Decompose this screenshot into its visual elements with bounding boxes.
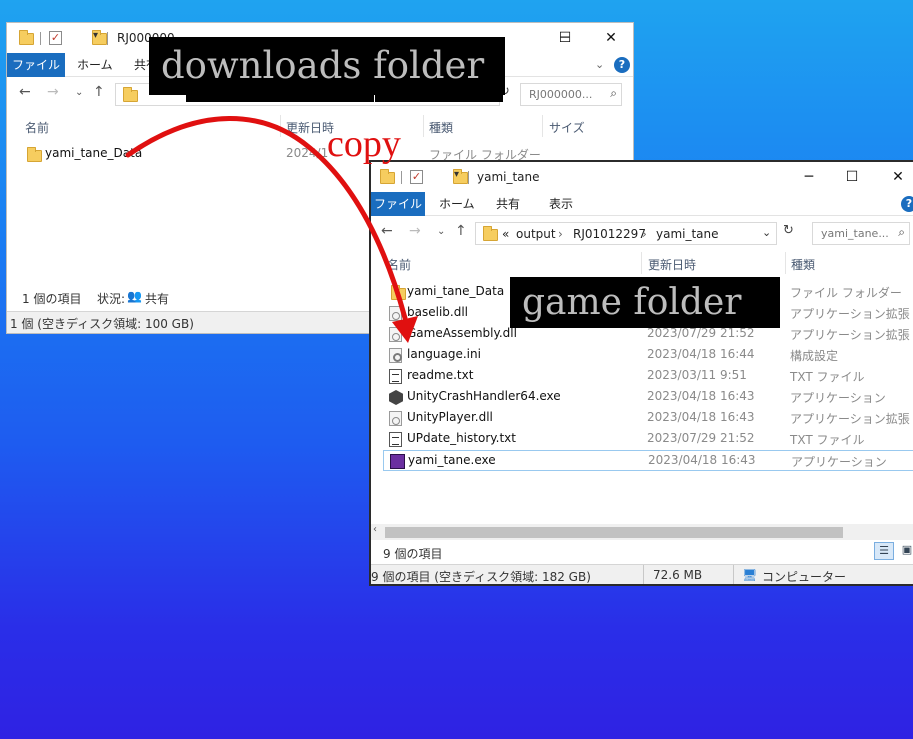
copy-arrow: [125, 116, 418, 343]
copy-arrow-head-icon: [392, 316, 418, 343]
copy-arrow-curve: [125, 116, 408, 321]
